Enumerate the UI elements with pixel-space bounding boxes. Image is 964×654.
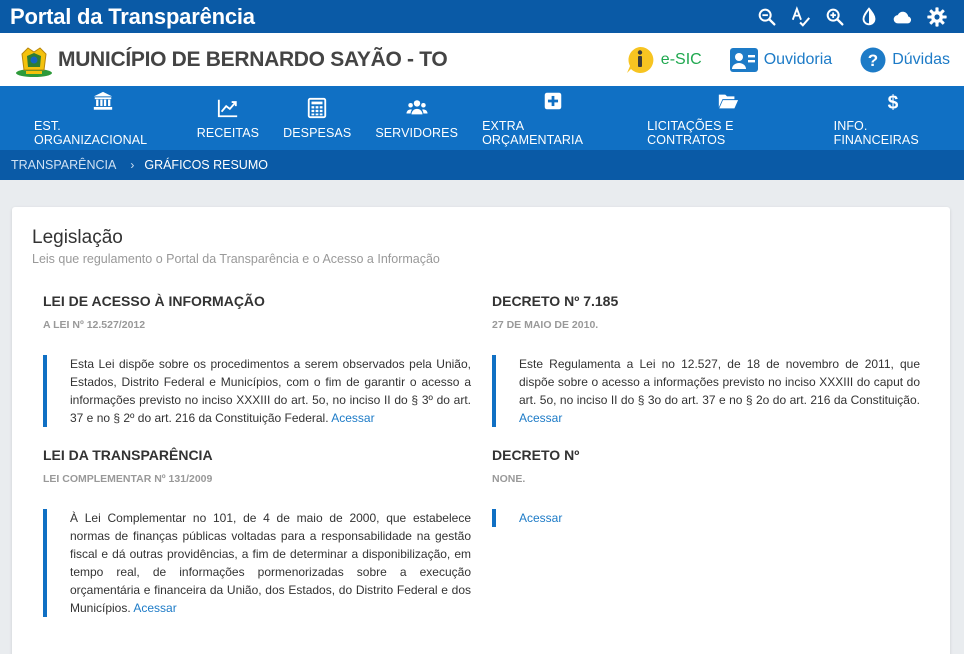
law-block-lai: LEI DE ACESSO À INFORMAÇÃO A LEI Nº 12.5… (43, 293, 471, 427)
esic-link[interactable]: e-SIC (625, 45, 702, 75)
duvidas-label: Dúvidas (892, 50, 950, 68)
nav-info-financeiras[interactable]: $ INFO. FINANCEIRAS (822, 86, 964, 150)
law-title: DECRETO Nº (492, 447, 580, 463)
nav-extra-orcamentaria[interactable]: EXTRA ORÇAMENTARIA (470, 86, 635, 150)
bank-icon (92, 89, 114, 113)
law-text: Este Regulamenta a Lei no 12.527, de 18 … (519, 357, 920, 407)
nav-label: EST. ORGANIZACIONAL (34, 119, 148, 147)
dollar-icon: $ (882, 89, 904, 113)
nav-est-organizacional[interactable]: EST. ORGANIZACIONAL (22, 86, 185, 150)
svg-text:$: $ (887, 92, 898, 112)
nav-receitas[interactable]: RECEITAS (185, 86, 271, 150)
top-bar: Portal da Transparência (0, 0, 964, 33)
accessibility-toolbar (750, 0, 954, 33)
law-text: À Lei Complementar no 101, de 4 de maio … (70, 511, 471, 615)
nav-label: EXTRA ORÇAMENTARIA (482, 119, 584, 147)
settings-icon[interactable] (920, 0, 954, 33)
law-description: Esta Lei dispõe sobre os procedimentos a… (43, 355, 471, 427)
folder-open-icon (717, 89, 739, 113)
contact-card-icon (729, 47, 758, 72)
law-description: Este Regulamenta a Lei no 12.527, de 18 … (492, 355, 920, 427)
chart-line-icon (217, 96, 239, 120)
zoom-in-icon[interactable] (818, 0, 852, 33)
nav-label: RECEITAS (196, 126, 260, 140)
access-link[interactable]: Acessar (519, 511, 562, 525)
ouvidoria-link[interactable]: Ouvidoria (729, 47, 833, 72)
law-subtitle: LEI COMPLEMENTAR Nº 131/2009 (43, 473, 213, 485)
law-title: LEI DE ACESSO À INFORMAÇÃO (43, 293, 265, 309)
cloud-icon[interactable] (886, 0, 920, 33)
nav-label: DESPESAS (283, 126, 352, 140)
law-subtitle: 27 DE MAIO DE 2010. (492, 319, 599, 331)
duvidas-link[interactable]: ? Dúvidas (860, 47, 950, 73)
law-description: Acessar (492, 509, 920, 527)
law-block-decreto-7185: DECRETO Nº 7.185 27 DE MAIO DE 2010. Est… (492, 293, 920, 427)
plus-square-icon (542, 89, 564, 113)
law-title: DECRETO Nº 7.185 (492, 293, 619, 309)
law-description: À Lei Complementar no 101, de 4 de maio … (43, 509, 471, 617)
portal-title: Portal da Transparência (10, 3, 255, 29)
svg-text:?: ? (868, 51, 878, 70)
nav-label: LICITAÇÕES E CONTRATOS (647, 119, 734, 147)
nav-label: SERVIDORES (375, 126, 459, 140)
info-chat-icon (626, 46, 654, 73)
municipality-header: MUNICÍPIO DE BERNARDO SAYÃO - TO e-SIC O… (0, 33, 964, 86)
breadcrumb-root[interactable]: TRANSPARÊNCIA (11, 158, 116, 172)
card-subtitle: Leis que regulamento o Portal da Transpa… (32, 252, 440, 266)
municipality-logo[interactable] (14, 42, 52, 78)
calculator-icon (306, 96, 328, 120)
users-icon (406, 96, 428, 120)
municipality-name: MUNICÍPIO DE BERNARDO SAYÃO - TO (58, 47, 448, 71)
breadcrumb-current: GRÁFICOS RESUMO (144, 158, 268, 172)
card-title: Legislação (32, 227, 123, 248)
nav-despesas[interactable]: DESPESAS (271, 86, 363, 150)
law-title: LEI DA TRANSPARÊNCIA (43, 447, 213, 463)
law-text: Esta Lei dispõe sobre os procedimentos a… (70, 357, 471, 425)
law-subtitle: NONE. (492, 473, 526, 485)
breadcrumb: TRANSPARÊNCIA › GRÁFICOS RESUMO (0, 150, 964, 180)
law-subtitle: A LEI Nº 12.527/2012 (43, 319, 146, 331)
chevron-right-icon: › (130, 158, 135, 172)
question-circle-icon: ? (860, 47, 886, 72)
main-nav: EST. ORGANIZACIONAL RECEITAS DESPESAS SE… (0, 86, 964, 150)
contrast-icon[interactable] (852, 0, 886, 33)
law-block-decreto: DECRETO Nº NONE. Acessar (492, 447, 920, 527)
nav-servidores[interactable]: SERVIDORES (363, 86, 470, 150)
legislation-card: Legislação Leis que regulamento o Portal… (12, 207, 950, 654)
esic-label: e-SIC (660, 50, 702, 68)
access-link[interactable]: Acessar (133, 601, 176, 615)
nav-label: INFO. FINANCEIRAS (833, 119, 919, 147)
law-block-transparencia: LEI DA TRANSPARÊNCIA LEI COMPLEMENTAR Nº… (43, 447, 471, 617)
zoom-out-icon[interactable] (750, 0, 784, 33)
access-link[interactable]: Acessar (519, 411, 562, 425)
ouvidoria-label: Ouvidoria (763, 50, 833, 68)
nav-licitacoes-contratos[interactable]: LICITAÇÕES E CONTRATOS (635, 86, 821, 150)
spell-check-icon[interactable] (784, 0, 818, 33)
access-link[interactable]: Acessar (331, 411, 374, 425)
